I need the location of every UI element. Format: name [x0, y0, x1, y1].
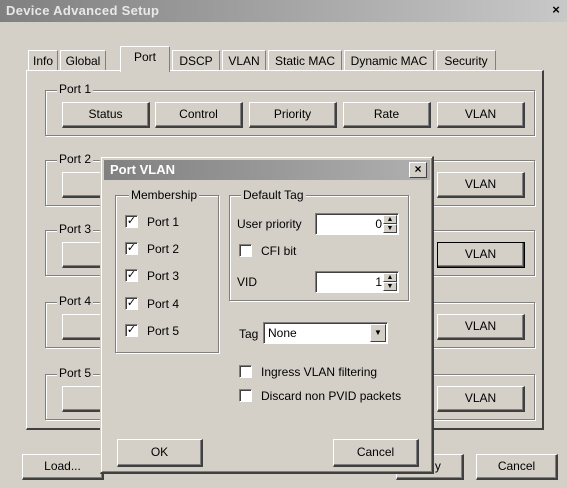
- port-2-vlan-button[interactable]: VLAN: [437, 172, 525, 198]
- port-4-label: Port 4: [57, 294, 94, 308]
- port-1-label: Port 1: [57, 82, 94, 96]
- port-2-label: Port 2: [57, 152, 94, 166]
- tab-label: Info: [32, 54, 53, 68]
- tab-vlan[interactable]: VLAN: [222, 50, 266, 70]
- port-1-priority-button[interactable]: Priority: [249, 102, 337, 128]
- tab-global[interactable]: Global: [60, 50, 106, 70]
- discard-non-pvid-checkbox[interactable]: [239, 389, 252, 402]
- vid-spinner[interactable]: 1 ▲ ▼: [315, 271, 399, 293]
- ingress-filtering-checkbox[interactable]: [239, 365, 252, 378]
- default-tag-label: Default Tag: [241, 188, 306, 202]
- membership-label: Membership: [129, 188, 200, 202]
- tab-label: Global: [65, 54, 101, 68]
- load-button[interactable]: Load...: [22, 454, 104, 480]
- close-icon[interactable]: ×: [549, 2, 563, 18]
- tab-label: VLAN: [228, 54, 260, 68]
- membership-port-1-checkbox[interactable]: ✓: [125, 215, 138, 228]
- dialog-close-icon[interactable]: ×: [409, 162, 427, 178]
- port-1-control-button[interactable]: Control: [155, 102, 243, 128]
- window-title: Device Advanced Setup: [6, 3, 160, 18]
- membership-port-5-checkbox[interactable]: ✓: [125, 324, 138, 337]
- spin-down-icon[interactable]: ▼: [383, 282, 397, 291]
- port-5-label: Port 5: [57, 366, 94, 380]
- window-titlebar: Device Advanced Setup ×: [0, 0, 567, 22]
- spin-up-icon[interactable]: ▲: [383, 273, 397, 282]
- vid-value: 1: [375, 275, 382, 289]
- ok-button[interactable]: OK: [117, 439, 203, 467]
- tag-select-value: None: [268, 326, 297, 340]
- tab-static-mac[interactable]: Static MAC: [268, 50, 342, 70]
- tab-label: Security: [444, 54, 488, 68]
- user-priority-spinner[interactable]: 0 ▲ ▼: [315, 213, 399, 235]
- user-priority-value: 0: [375, 217, 382, 231]
- tab-dscp[interactable]: DSCP: [172, 50, 220, 70]
- tab-security[interactable]: Security: [436, 50, 496, 70]
- membership-port-3-checkbox[interactable]: ✓: [125, 269, 138, 282]
- dialog-titlebar: Port VLAN ×: [104, 160, 430, 180]
- spin-down-icon[interactable]: ▼: [383, 224, 397, 233]
- port-1-vlan-button[interactable]: VLAN: [437, 102, 525, 128]
- user-priority-label: User priority: [237, 217, 302, 231]
- tab-label: Port: [133, 50, 156, 64]
- tab-label: Static MAC: [274, 54, 335, 68]
- chevron-down-icon[interactable]: ▼: [370, 324, 386, 342]
- port-1-rate-button[interactable]: Rate: [343, 102, 431, 128]
- port-1-status-button[interactable]: Status: [62, 102, 150, 128]
- port-3-label: Port 3: [57, 222, 94, 236]
- tab-dynamic-mac[interactable]: Dynamic MAC: [344, 50, 434, 70]
- tab-label: Dynamic MAC: [350, 54, 428, 68]
- cfi-bit-checkbox[interactable]: [239, 244, 252, 257]
- tag-select[interactable]: None ▼: [263, 322, 388, 344]
- membership-port-4-checkbox[interactable]: ✓: [125, 297, 138, 310]
- port-4-vlan-button[interactable]: VLAN: [437, 314, 525, 340]
- membership-port-2-checkbox[interactable]: ✓: [125, 242, 138, 255]
- port-5-vlan-button[interactable]: VLAN: [437, 386, 525, 412]
- membership-port-1-label: Port 1: [147, 215, 180, 229]
- cancel-button[interactable]: Cancel: [476, 454, 558, 480]
- membership-port-2-label: Port 2: [147, 242, 180, 256]
- membership-port-4-label: Port 4: [147, 297, 180, 311]
- tab-info[interactable]: Info: [28, 50, 58, 70]
- cfi-bit-label: CFI bit: [261, 244, 297, 258]
- spin-up-icon[interactable]: ▲: [383, 215, 397, 224]
- port-3-vlan-button[interactable]: VLAN: [437, 242, 525, 268]
- tag-label: Tag: [239, 327, 259, 341]
- ingress-filtering-label: Ingress VLAN filtering: [261, 365, 378, 379]
- membership-port-5-label: Port 5: [147, 324, 180, 338]
- tab-label: DSCP: [179, 54, 213, 68]
- port-vlan-dialog: Port VLAN × Membership ✓ Port 1 ✓ Port 2…: [100, 156, 434, 474]
- dialog-cancel-button[interactable]: Cancel: [333, 439, 419, 467]
- membership-port-3-label: Port 3: [147, 269, 180, 283]
- tab-port[interactable]: Port: [120, 46, 170, 72]
- vid-label: VID: [237, 275, 258, 289]
- discard-non-pvid-label: Discard non PVID packets: [261, 389, 402, 403]
- dialog-title: Port VLAN: [110, 162, 175, 177]
